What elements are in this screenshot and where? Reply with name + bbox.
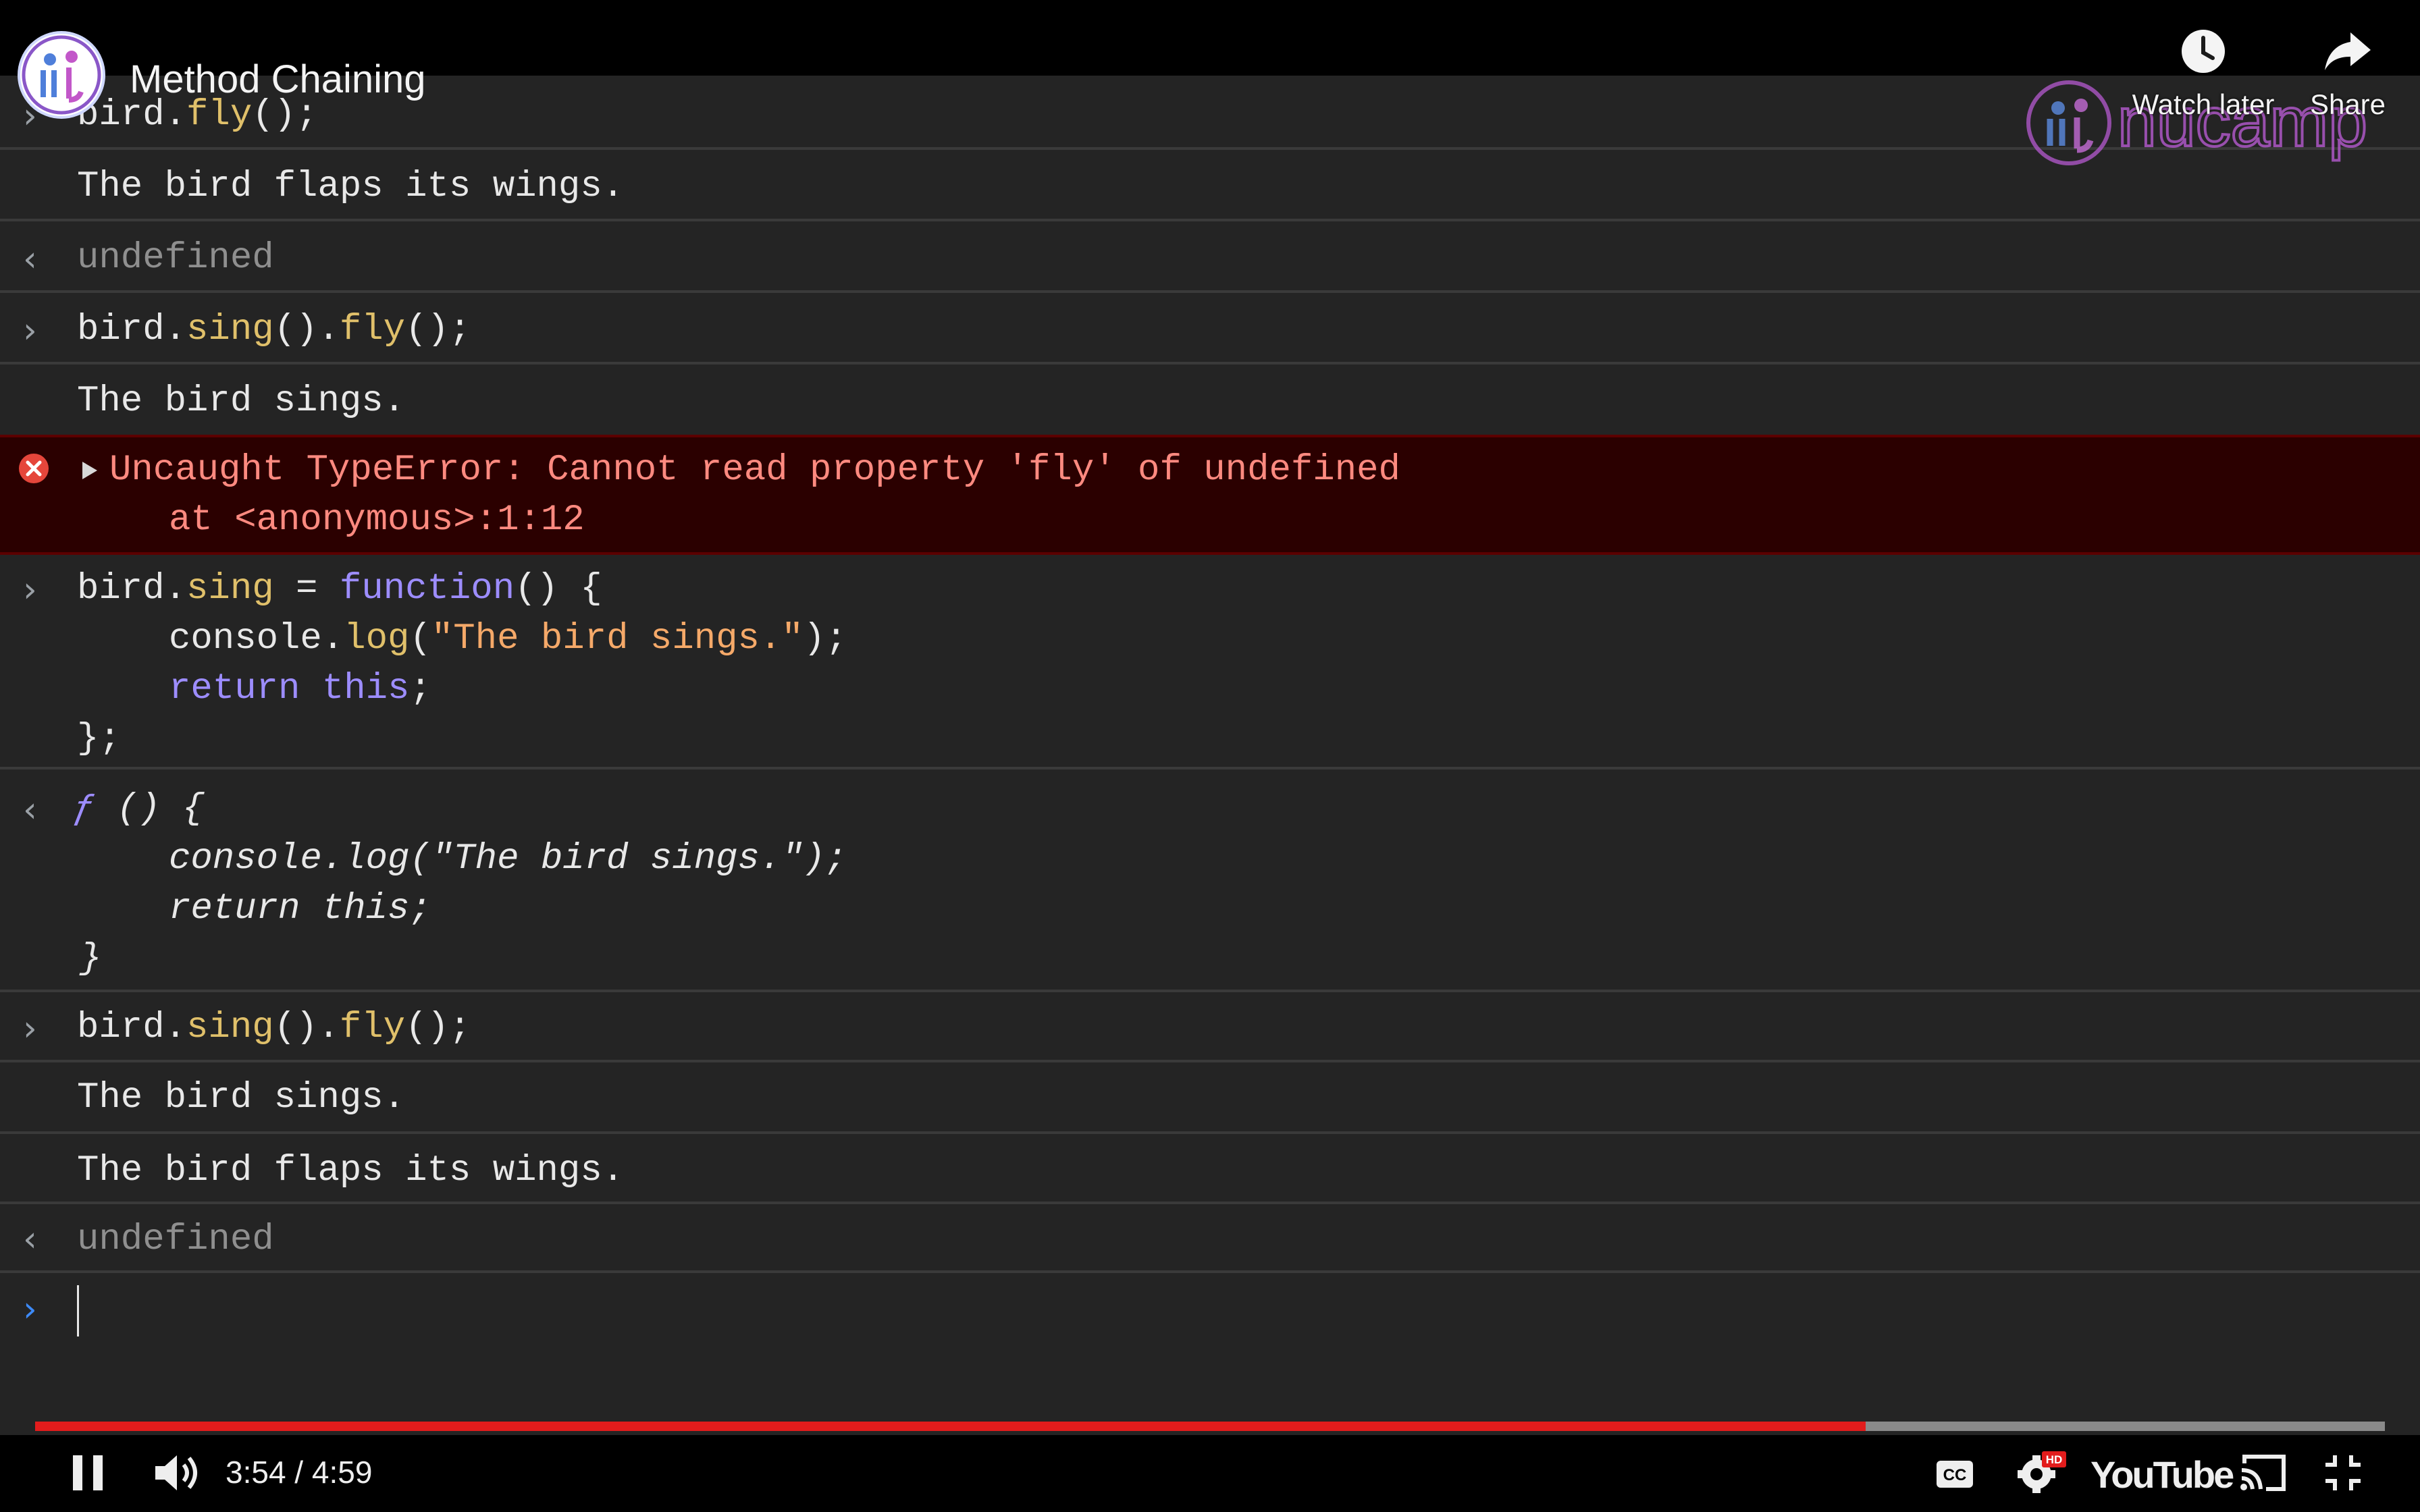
console-log-text: The bird flaps its wings. [77, 1150, 625, 1191]
share-arrow-icon [2325, 32, 2371, 70]
video-frame[interactable]: › bird.fly(); The bird flaps its wings. … [0, 0, 2420, 1512]
speaker-icon [155, 1455, 197, 1490]
result-arrow-icon: ‹ [23, 790, 37, 830]
console-log-row: The bird sings. [0, 364, 2420, 435]
console-prompt-row[interactable]: › [0, 1273, 2420, 1354]
prompt-chevron-icon: › [23, 1008, 37, 1049]
prompt-chevron-icon: › [23, 570, 37, 610]
console-result-row: ‹ undefined [0, 1204, 2420, 1273]
exit-fullscreen-button[interactable] [2323, 1453, 2363, 1493]
time-display: 3:54 / 4:59 [226, 1455, 373, 1490]
volume-button[interactable] [153, 1450, 201, 1496]
console-log-row: The bird flaps its wings. [0, 1134, 2420, 1204]
console-code: console.log("The bird sings."); [169, 618, 847, 659]
console-code: }; [77, 718, 121, 759]
console-input-row: › bird.sing = function() { console.log("… [0, 555, 2420, 770]
prompt-chevron-icon: › [23, 1289, 37, 1330]
console-result-row: ‹ ƒ () { console.log("The bird sings.");… [0, 770, 2420, 992]
settings-button[interactable]: HD [2016, 1450, 2068, 1494]
console-log-row: The bird sings. [0, 1062, 2420, 1134]
pause-icon [73, 1455, 103, 1490]
cc-icon: CC [1937, 1461, 1973, 1488]
cast-button[interactable] [2239, 1453, 2288, 1493]
error-location-link[interactable]: at <anonymous>:1:12 [169, 500, 585, 541]
console-result-text: undefined [77, 1219, 274, 1260]
console-error-row: Uncaught TypeError: Cannot read property… [0, 435, 2420, 555]
youtube-wordmark: YouTube [2090, 1453, 2234, 1496]
console-code: return this; [169, 668, 431, 709]
console-result-text: ƒ () { [73, 788, 205, 830]
channel-avatar[interactable] [18, 31, 105, 119]
console-result-text: undefined [77, 238, 274, 279]
console-code: bird.sing = function() { [77, 568, 602, 610]
prompt-chevron-icon: › [23, 310, 37, 351]
progress-played [35, 1422, 1866, 1431]
console-result-text: console.log("The bird sings."); [169, 838, 847, 880]
watch-later-label: Watch later [2132, 88, 2275, 120]
watch-later-button[interactable]: Watch later [2126, 27, 2281, 121]
text-cursor [77, 1285, 79, 1336]
console-result-text: return this; [169, 888, 431, 929]
console-input-row: › bird.sing().fly(); [0, 293, 2420, 364]
console-log-text: The bird sings. [77, 381, 406, 422]
console-code: bird.sing().fly(); [77, 309, 471, 350]
gear-icon: HD [2018, 1451, 2066, 1493]
console-input-row: › bird.sing().fly(); [0, 992, 2420, 1062]
console-log-text: The bird flaps its wings. [77, 166, 625, 207]
console-result-text: } [80, 938, 102, 979]
exit-fullscreen-icon [2325, 1455, 2361, 1490]
captions-button[interactable]: CC [1935, 1459, 1974, 1489]
error-message: Uncaught TypeError: Cannot read property… [109, 450, 1400, 491]
video-title[interactable]: Method Chaining [130, 57, 426, 102]
expand-triangle-icon[interactable] [81, 460, 99, 484]
svg-text:CC: CC [1943, 1466, 1967, 1484]
clock-icon [2182, 30, 2225, 73]
console-log-text: The bird sings. [77, 1077, 406, 1118]
share-button[interactable]: Share [2304, 27, 2392, 121]
cast-icon [2240, 1455, 2286, 1491]
result-arrow-icon: ‹ [23, 239, 37, 279]
result-arrow-icon: ‹ [23, 1219, 37, 1260]
console-code: bird.sing().fly(); [77, 1007, 471, 1048]
pause-button[interactable] [70, 1453, 105, 1493]
share-label: Share [2309, 88, 2386, 120]
progress-bar[interactable] [35, 1422, 2385, 1431]
youtube-logo[interactable]: YouTube [2090, 1447, 2234, 1497]
console-result-row: ‹ undefined [0, 221, 2420, 293]
error-icon [18, 452, 50, 485]
svg-text:HD: HD [2046, 1453, 2063, 1466]
